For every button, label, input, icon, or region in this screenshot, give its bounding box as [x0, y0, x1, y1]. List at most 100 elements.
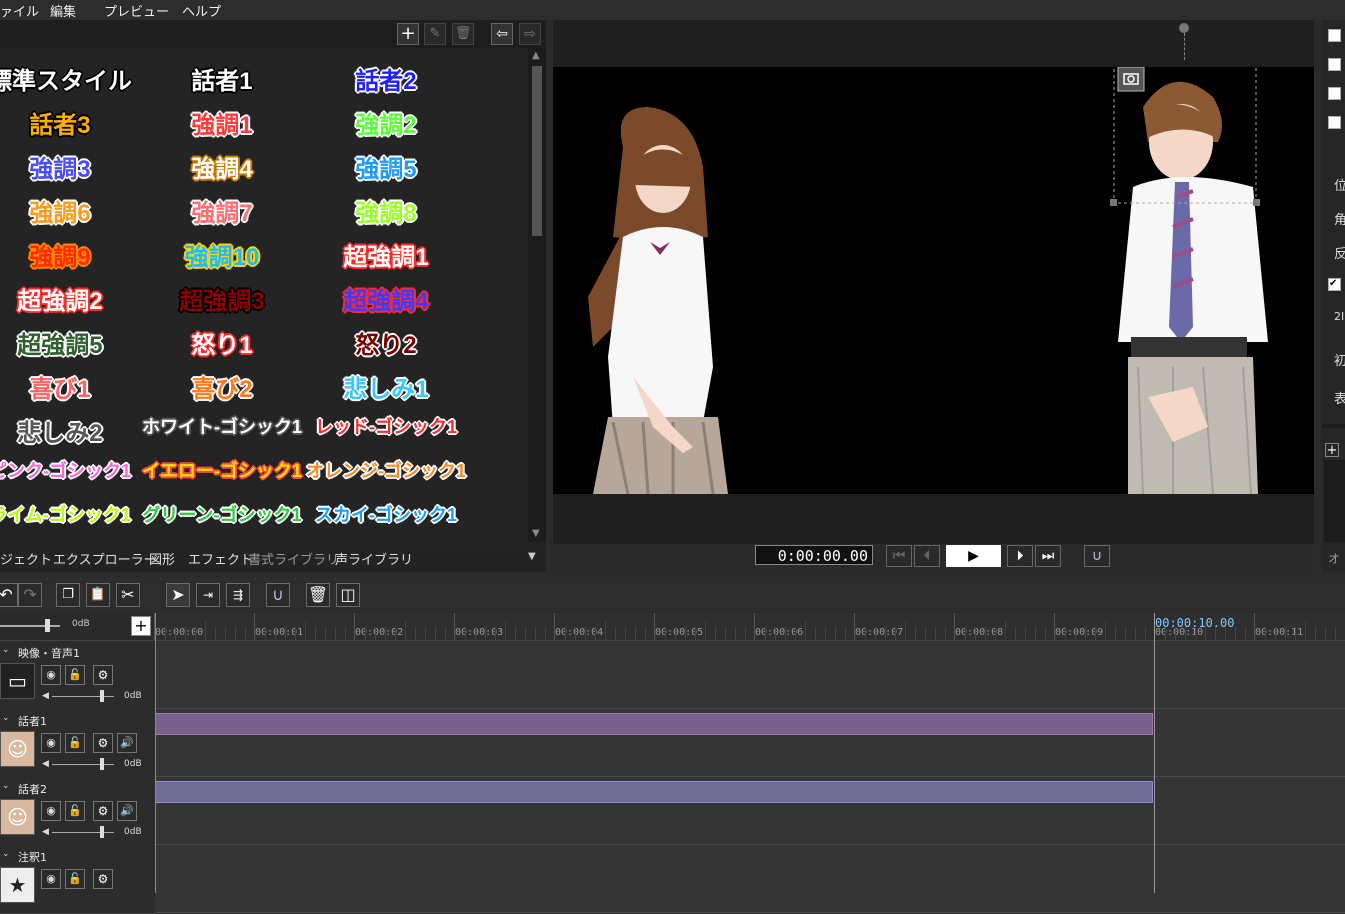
style-item[interactable]: 悲しみ1	[301, 369, 471, 404]
track-body[interactable]	[155, 845, 1345, 913]
style-item[interactable]: 強調3	[0, 149, 145, 184]
style-item[interactable]: 超強調1	[301, 237, 471, 272]
edit-icon[interactable]: ✎	[424, 23, 446, 45]
style-item[interactable]: 話者3	[0, 105, 145, 140]
track-volume-slider[interactable]	[52, 696, 114, 697]
cut-icon[interactable]: ✂	[116, 583, 140, 607]
track-header[interactable]: ⌄ 話者2 ☺ ◉ 🔓 ⚙ 🔊 ◀ 0dB	[0, 777, 155, 846]
magnet-icon[interactable]: ∪	[266, 583, 290, 607]
plus-icon[interactable]: +	[1325, 443, 1339, 457]
paste-icon[interactable]: 📋	[86, 583, 110, 607]
menu-preview[interactable]: プレビュー	[104, 1, 169, 20]
style-item[interactable]: 強調5	[301, 149, 471, 184]
style-item[interactable]: スカイ-ゴシック1	[301, 501, 471, 527]
track-volume-thumb[interactable]	[100, 758, 104, 770]
style-item[interactable]: 強調1	[137, 105, 307, 140]
plus-icon[interactable]: +	[397, 23, 419, 45]
style-item[interactable]: 強調6	[0, 193, 145, 228]
style-item[interactable]: 喜び1	[0, 369, 145, 404]
style-item[interactable]: 強調4	[137, 149, 307, 184]
undo-icon[interactable]: ↶	[0, 583, 18, 607]
gear-icon[interactable]: ⚙	[93, 801, 113, 821]
timecode-display[interactable]: 0:00:00.00	[755, 545, 873, 565]
camera-icon[interactable]	[1117, 66, 1145, 92]
tab-format-library[interactable]: 書式ライブラリ	[248, 549, 339, 568]
rotation-handle[interactable]	[1179, 23, 1189, 33]
end-line[interactable]	[1154, 613, 1155, 893]
scroll-up-icon[interactable]: ▲	[532, 50, 540, 61]
checkbox[interactable]	[1328, 58, 1341, 71]
style-item[interactable]: 強調9	[0, 237, 145, 272]
chevron-down-icon[interactable]: ⌄	[2, 781, 10, 791]
boy-character[interactable]	[1118, 81, 1268, 495]
gear-icon[interactable]: ⚙	[93, 869, 113, 889]
tab-shapes[interactable]: 図形	[149, 549, 175, 568]
lock-icon[interactable]: 🔓	[65, 869, 85, 889]
delete-icon[interactable]: 🗑	[306, 583, 330, 607]
style-item[interactable]: 標準スタイル	[0, 61, 145, 96]
style-item[interactable]: ホワイト-ゴシック1	[137, 413, 307, 439]
lock-icon[interactable]: 🔓	[65, 801, 85, 821]
chevron-down-icon[interactable]: ⌄	[2, 645, 10, 655]
tab-effects[interactable]: エフェクト	[188, 549, 253, 568]
track-volume-thumb[interactable]	[100, 690, 104, 702]
magnet-icon[interactable]: ∪	[1084, 545, 1110, 567]
redo-icon[interactable]: ↷	[18, 583, 42, 607]
add-track-plus-icon[interactable]: +	[131, 616, 151, 636]
trash-icon[interactable]: 🗑	[452, 23, 474, 45]
preview-canvas[interactable]	[553, 56, 1314, 495]
skip-start-icon[interactable]: ⏮	[886, 545, 912, 567]
skip-end-icon[interactable]: ⏭	[1035, 545, 1061, 567]
track-clip[interactable]	[155, 713, 1153, 735]
tab-object[interactable]: ジェクト	[0, 549, 52, 568]
select-right-all-icon[interactable]: ⇶	[226, 583, 250, 607]
style-item[interactable]: 超強調2	[0, 281, 145, 316]
style-item[interactable]: 怒り2	[301, 325, 471, 360]
arrow-left-icon[interactable]: ⇦	[491, 23, 513, 45]
style-item[interactable]: ライム-ゴシック1	[0, 501, 145, 527]
checkbox[interactable]	[1328, 87, 1341, 100]
select-right-icon[interactable]: ⇥	[196, 583, 220, 607]
eye-icon[interactable]: ◉	[41, 665, 61, 685]
eye-icon[interactable]: ◉	[41, 869, 61, 889]
style-item[interactable]: 悲しみ2	[0, 413, 145, 448]
style-item[interactable]: 話者2	[301, 61, 471, 96]
track-body[interactable]	[155, 641, 1345, 709]
eye-icon[interactable]: ◉	[41, 801, 61, 821]
panel-tab[interactable]: オ	[1328, 550, 1340, 567]
track-volume-thumb[interactable]	[100, 826, 104, 838]
start-line[interactable]	[155, 613, 156, 893]
library-scrollbar[interactable]: ▲ ▼	[528, 48, 546, 542]
track-volume-slider[interactable]	[52, 832, 114, 833]
selection-handle[interactable]	[1110, 199, 1117, 206]
style-item[interactable]: 喜び2	[137, 369, 307, 404]
checkbox[interactable]	[1328, 29, 1341, 42]
style-item[interactable]: 怒り1	[137, 325, 307, 360]
copy-icon[interactable]: ❐	[56, 583, 80, 607]
style-item[interactable]: 強調8	[301, 193, 471, 228]
style-item[interactable]: 超強調3	[137, 281, 307, 316]
speaker-icon[interactable]: 🔊	[117, 801, 137, 821]
gear-icon[interactable]: ⚙	[93, 733, 113, 753]
style-item[interactable]: オレンジ-ゴシック1	[301, 457, 471, 483]
arrow-right-icon[interactable]: ⇨	[519, 23, 541, 45]
track-header[interactable]: ⌄ 話者1 ☺ ◉ 🔓 ⚙ 🔊 ◀ 0dB	[0, 709, 155, 778]
play-icon[interactable]: ▶	[946, 545, 1001, 567]
eye-icon[interactable]: ◉	[41, 733, 61, 753]
menu-edit[interactable]: 編集	[50, 1, 76, 20]
track-header[interactable]: ⌄ 注釈1 ★ ◉ 🔓 ⚙	[0, 845, 155, 914]
style-item[interactable]: 強調2	[301, 105, 471, 140]
selection-handle[interactable]	[1253, 199, 1260, 206]
style-item[interactable]: ピンク-ゴシック1	[0, 457, 145, 483]
style-item[interactable]: 超強調5	[0, 325, 145, 360]
track-clip[interactable]	[155, 781, 1153, 803]
scroll-thumb[interactable]	[532, 66, 542, 236]
split-icon[interactable]: ◫	[336, 583, 360, 607]
style-item[interactable]: イエロー-ゴシック1	[137, 457, 307, 483]
menu-help[interactable]: ヘルプ	[182, 1, 221, 20]
chevron-down-icon[interactable]: ⌄	[2, 849, 10, 859]
speaker-icon[interactable]: 🔊	[117, 733, 137, 753]
style-item[interactable]: 話者1	[137, 61, 307, 96]
track-volume-slider[interactable]	[52, 764, 114, 765]
style-item[interactable]: レッド-ゴシック1	[301, 413, 471, 439]
